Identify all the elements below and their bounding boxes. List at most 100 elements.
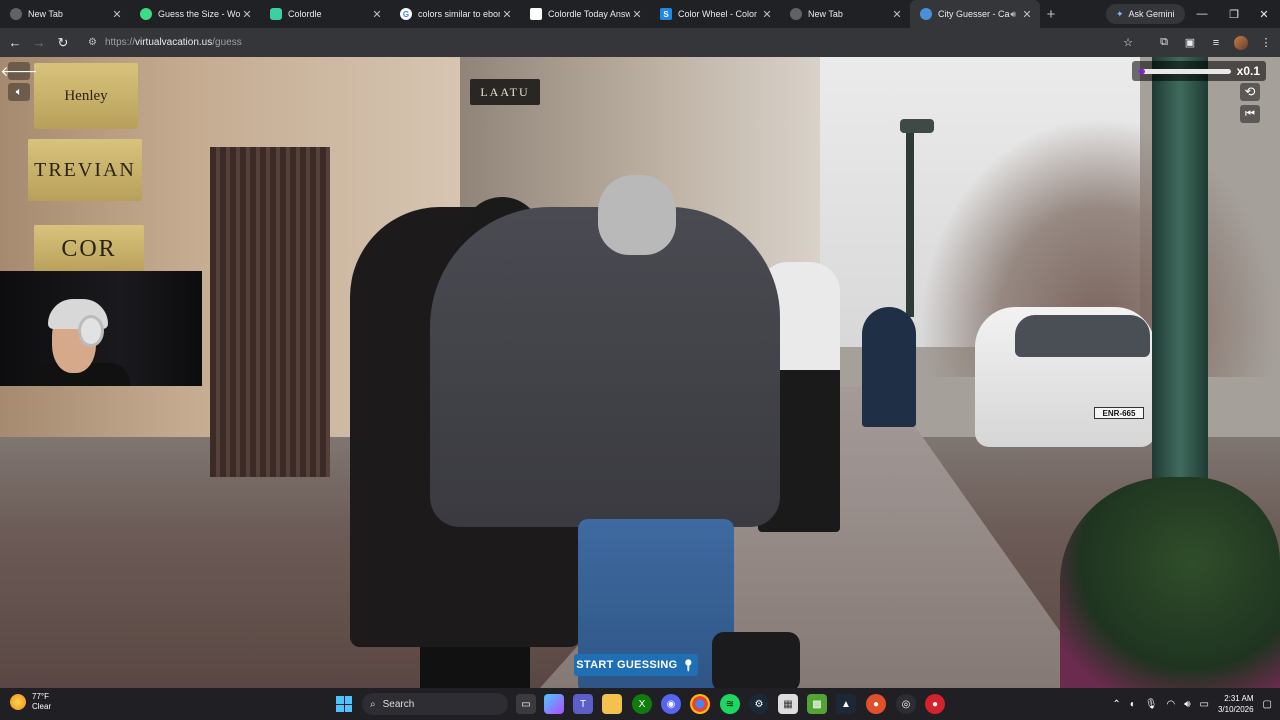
site-favicon-icon — [140, 8, 152, 20]
webcam-overlay — [0, 271, 202, 386]
tab-colordle-answer[interactable]: Colordle Today Answer ✕ — [520, 0, 650, 28]
volume-icon[interactable]: 🔊︎ — [1184, 699, 1190, 710]
close-icon[interactable]: ✕ — [240, 8, 254, 21]
pedestrian-legs — [420, 647, 530, 688]
chrome-icon — [790, 8, 802, 20]
speaker-icon[interactable]: 🔈︎ — [8, 83, 30, 101]
windows-start-icon[interactable] — [336, 696, 352, 712]
chrome-icon — [10, 8, 22, 20]
steam-icon[interactable]: ⚙ — [749, 694, 769, 714]
close-icon[interactable]: ✕ — [760, 8, 774, 21]
star-icon[interactable]: ☆ — [1120, 35, 1136, 51]
black-bag — [712, 632, 800, 688]
pedestrian-distant — [862, 307, 916, 427]
weather-temp: 77°F — [32, 692, 49, 701]
forward-arrow-icon[interactable]: → — [27, 31, 51, 55]
search-icon: ⌕ — [370, 698, 376, 710]
close-icon[interactable]: ✕ — [370, 8, 384, 21]
notifications-icon[interactable]: ▢ — [1263, 699, 1272, 710]
system-tray: ⌃ ◐ 🎙︎ ◠ 🔊︎ ▭ 2:31 AM 3/10/2026 ▢ — [1112, 688, 1280, 720]
license-plate: ENR-665 — [1094, 407, 1144, 419]
teams-icon[interactable]: T — [573, 694, 593, 714]
close-icon[interactable]: ✕ — [500, 8, 514, 21]
menu-icon[interactable]: ⋮ — [1258, 35, 1274, 51]
tab-color-wheel[interactable]: S Color Wheel - Color Ca ✕ — [650, 0, 780, 28]
chrome-icon[interactable] — [690, 694, 710, 714]
tab-title: Guess the Size - Worldle — [158, 9, 240, 19]
tab-title: Color Wheel - Color Ca — [678, 9, 760, 19]
site-favicon-icon: S — [660, 8, 672, 20]
close-icon[interactable]: ✕ — [110, 8, 124, 21]
browser-toolbar: ← → ↻ ⚙ https://virtualvacation.us/guess… — [0, 28, 1280, 57]
split-view-icon[interactable]: ▣ — [1182, 35, 1198, 51]
file-explorer-icon[interactable] — [602, 694, 622, 714]
tab-guess-size[interactable]: Guess the Size - Worldle ✕ — [130, 0, 260, 28]
tab-title: City Guesser - Can — [938, 9, 1011, 19]
car-windshield — [1015, 315, 1150, 357]
close-window-button[interactable]: ✕ — [1248, 0, 1280, 28]
copilot-icon[interactable] — [544, 694, 564, 714]
address-bar[interactable]: ⚙ https://virtualvacation.us/guess — [80, 31, 1120, 54]
site-favicon-icon — [530, 8, 542, 20]
speed-slider-fill — [1138, 68, 1146, 74]
reading-list-icon[interactable]: ≡ — [1208, 35, 1224, 51]
steam-alt-icon[interactable]: ▲ — [836, 694, 856, 714]
maximize-button[interactable]: ❐ — [1218, 0, 1250, 28]
date-text: 3/10/2026 — [1217, 705, 1254, 714]
xbox-icon[interactable]: X — [632, 694, 652, 714]
url-text[interactable]: https://virtualvacation.us/guess — [105, 37, 242, 48]
weather-widget[interactable]: 77°F Clear — [10, 692, 51, 712]
app-red-icon[interactable]: ● — [925, 694, 945, 714]
spotify-icon[interactable]: ≋ — [720, 694, 740, 714]
wifi-icon[interactable]: ◠ — [1166, 699, 1175, 710]
reload-icon[interactable]: ↻ — [51, 31, 75, 55]
map-pin-icon: 📍︎ — [681, 659, 696, 672]
street-lamp-head — [900, 119, 934, 133]
tab-new-tab-2[interactable]: New Tab ✕ — [780, 0, 910, 28]
taskbar-search[interactable]: ⌕ Search — [362, 693, 508, 715]
app-orange-icon[interactable]: ● — [866, 694, 886, 714]
tab-city-guesser[interactable]: City Guesser - Can 🔊︎ ✕ — [910, 0, 1040, 28]
back-arrow-icon[interactable]: ← — [3, 31, 27, 55]
close-icon[interactable]: ✕ — [1020, 8, 1034, 21]
obs-icon[interactable]: ◎ — [896, 694, 916, 714]
profile-avatar[interactable] — [1234, 35, 1248, 50]
refresh-icon[interactable]: ⟲ — [1240, 83, 1260, 101]
store-icon[interactable]: ▦ — [778, 694, 798, 714]
new-tab-button[interactable]: + — [1040, 6, 1062, 23]
tray-app-icon[interactable]: ◐ — [1130, 699, 1136, 710]
weather-desc: Clear — [32, 702, 52, 711]
tab-title: colors similar to ebony — [418, 9, 500, 19]
start-guessing-button[interactable]: START GUESSING 📍︎ — [574, 654, 698, 676]
discord-icon[interactable]: ◉ — [661, 694, 681, 714]
tab-colors-similar[interactable]: G colors similar to ebony ✕ — [390, 0, 520, 28]
google-icon: G — [400, 8, 412, 20]
site-info-icon[interactable]: ⚙ — [88, 37, 97, 48]
extensions-icon[interactable]: ⧉ — [1156, 35, 1172, 51]
close-icon[interactable]: ✕ — [890, 8, 904, 21]
close-icon[interactable]: ✕ — [630, 8, 644, 21]
tab-title: New Tab — [28, 9, 63, 19]
tab-colordle[interactable]: Colordle ✕ — [260, 0, 390, 28]
windows-taskbar: 77°F Clear ⌕ Search ▭ T X ◉ ≋ ⚙ ▦ ▩ ▲ ● … — [0, 688, 1280, 720]
laatu-shop-sign: LAATU — [470, 79, 540, 105]
playback-speed-control[interactable]: x0.1 — [1132, 61, 1266, 81]
ask-gemini-button[interactable]: ✦ Ask Gemini — [1106, 4, 1185, 24]
site-favicon-icon — [270, 8, 282, 20]
shrub-flowers — [1060, 477, 1280, 688]
globe-icon — [920, 8, 932, 20]
henley-sign: Henley — [34, 63, 138, 129]
task-view-icon[interactable]: ▭ — [516, 694, 536, 714]
microphone-icon[interactable]: 🎙︎ — [1145, 699, 1158, 710]
back-arrow-icon[interactable]: 🡐 — [0, 62, 38, 80]
tab-new-tab-1[interactable]: New Tab ✕ — [0, 0, 130, 28]
battery-icon[interactable]: ▭ — [1200, 699, 1209, 710]
tab-audio-icon[interactable]: 🔊︎ — [1010, 9, 1016, 20]
minimize-button[interactable]: — — [1186, 0, 1218, 28]
skip-back-icon[interactable]: ⏮︎ — [1240, 105, 1260, 123]
chevron-up-icon[interactable]: ⌃ — [1112, 699, 1120, 710]
minecraft-icon[interactable]: ▩ — [807, 694, 827, 714]
speed-slider[interactable] — [1138, 68, 1231, 74]
pedestrian-grey-hood — [598, 175, 676, 255]
clock[interactable]: 2:31 AM 3/10/2026 — [1218, 693, 1254, 715]
